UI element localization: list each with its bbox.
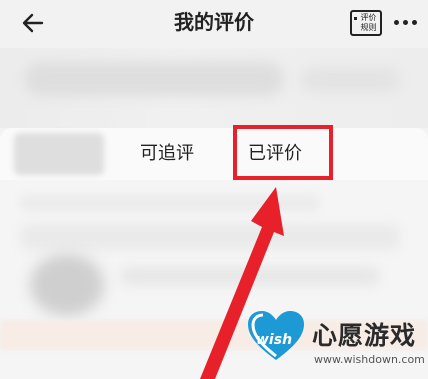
- watermark: wish 心愿游戏 www.wishdown.com: [240, 306, 428, 379]
- watermark-url: www.wishdown.com: [314, 353, 425, 366]
- watermark-brand: 心愿游戏: [312, 321, 417, 350]
- watermark-logo-text: wish: [256, 332, 293, 348]
